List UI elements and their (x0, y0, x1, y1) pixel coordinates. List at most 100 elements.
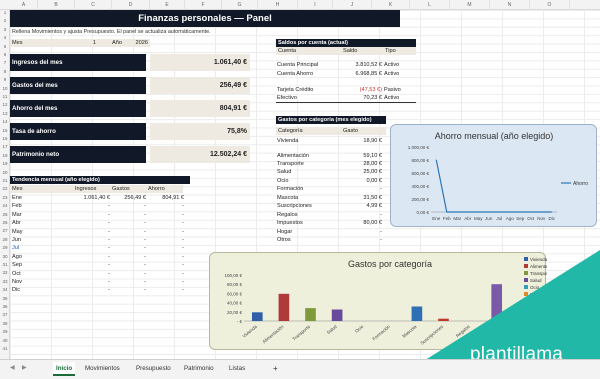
column-header[interactable]: J (333, 0, 372, 10)
row-header[interactable]: 32 (0, 270, 10, 275)
row-header[interactable]: 25 (0, 212, 10, 217)
row-header[interactable]: 10 (0, 86, 10, 91)
row-header[interactable]: 16 (0, 136, 10, 141)
kpi-label: Tasa de ahorro (10, 123, 146, 140)
saldos-header-tipo: Tipo (385, 48, 396, 54)
row-header[interactable]: 31 (0, 262, 10, 267)
row-header[interactable]: 5 (0, 44, 10, 49)
mes-value[interactable]: 1 (76, 39, 96, 47)
tendencia-ahorro: 804,91 € (162, 195, 184, 201)
legend-label: Ahorro (573, 181, 588, 187)
row-header[interactable]: 22 (0, 186, 10, 191)
row-header[interactable]: 9 (0, 77, 10, 82)
column-header[interactable]: E (150, 0, 185, 10)
ahorro-chart[interactable]: Ahorro mensual (año elegido) 1.000,00 € 80… (390, 124, 597, 227)
column-header[interactable]: L (410, 0, 450, 10)
tendencia-ahorro: - (182, 211, 184, 218)
y-tick-label: 200,00 € (411, 197, 429, 202)
tab-movimientos[interactable]: Movimientos (82, 362, 123, 376)
y-tick-label: 1.000,00 € (408, 145, 430, 150)
tendencia-gastos: - (144, 279, 146, 285)
column-header[interactable]: D (112, 0, 150, 10)
row-header[interactable]: 24 (0, 203, 10, 208)
row-header[interactable]: 11 (0, 94, 10, 99)
row-header[interactable]: 26 (0, 220, 10, 225)
tab-patrimonio[interactable]: Patrimonio (181, 362, 217, 376)
row-header[interactable]: 39 (0, 329, 10, 334)
column-header[interactable]: B (38, 0, 75, 10)
column-header[interactable]: M (450, 0, 490, 10)
tendencia-mes: Ene (12, 195, 22, 201)
row-header[interactable]: 41 (0, 346, 10, 351)
row-header[interactable]: 8 (0, 69, 10, 74)
row-header[interactable]: 2 (0, 18, 10, 23)
chart-title: Ahorro mensual (año elegido) (435, 131, 554, 141)
row-header[interactable]: 3 (0, 27, 10, 32)
row-header[interactable]: 36 (0, 304, 10, 309)
saldo-tipo: Pasivo (384, 87, 401, 93)
gasto-categoria: Alimentación (277, 153, 310, 159)
row-header[interactable]: 13 (0, 111, 10, 116)
row-header[interactable]: 27 (0, 228, 10, 233)
tendencia-ingresos: - (108, 270, 110, 277)
tendencia-ahorro: - (182, 228, 184, 235)
row-header[interactable]: 7 (0, 60, 10, 65)
ahorro-series-line (435, 159, 552, 213)
column-header[interactable]: K (372, 0, 410, 10)
anio-value[interactable]: 2026 (128, 39, 148, 47)
gasto-valor: - (380, 237, 382, 243)
row-header[interactable]: 23 (0, 195, 10, 200)
row-header[interactable]: 1 (0, 10, 10, 15)
column-header[interactable]: C (75, 0, 112, 10)
row-header[interactable]: 17 (0, 144, 10, 149)
row-header[interactable]: 19 (0, 161, 10, 166)
sheet-tab-bar: ◀ ▶ Inicio Movimientos Presupuesto Patri… (0, 359, 600, 379)
row-header[interactable]: 21 (0, 178, 10, 183)
column-header[interactable]: O (530, 0, 570, 10)
y-tick-label: 60,00 € (227, 291, 243, 296)
saldo-cuenta: Efectivo (277, 95, 297, 101)
y-tick-label: 80,00 € (227, 282, 243, 287)
row-header[interactable]: 28 (0, 237, 10, 242)
bar-salud (331, 309, 343, 321)
column-header[interactable]: H (258, 0, 298, 10)
row-header[interactable]: 18 (0, 153, 10, 158)
tendencia-ingresos: - (108, 262, 110, 269)
row-header[interactable]: 15 (0, 128, 10, 133)
row-header[interactable]: 30 (0, 254, 10, 259)
tab-listas[interactable]: Listas (226, 362, 248, 376)
row-header[interactable]: 37 (0, 312, 10, 317)
column-header[interactable]: G (222, 0, 258, 10)
row-header[interactable]: 20 (0, 170, 10, 175)
column-header[interactable]: F (185, 0, 222, 10)
prev-sheet-icon[interactable]: ◀ (10, 364, 15, 371)
tendencia-gastos: - (144, 262, 146, 269)
row-header[interactable]: 12 (0, 102, 10, 107)
row-header[interactable]: 34 (0, 287, 10, 292)
bar-vivienda (251, 312, 263, 321)
next-sheet-icon[interactable]: ▶ (22, 364, 27, 371)
tendencia-ahorro: - (182, 237, 184, 243)
column-header[interactable]: A (10, 0, 38, 10)
row-header[interactable]: 40 (0, 338, 10, 343)
column-header[interactable]: I (298, 0, 333, 10)
tab-presupuesto[interactable]: Presupuesto (133, 362, 174, 376)
tendencia-mes: Jun (12, 237, 22, 243)
tendencia-gastos: - (144, 270, 146, 277)
saldo-valor: 3.810,52 € (355, 62, 382, 68)
tab-inicio[interactable]: Inicio (53, 362, 76, 376)
add-sheet-button[interactable]: + (270, 362, 281, 376)
gasto-categoria: Otros (277, 237, 291, 243)
kpi-value: 256,49 € (150, 77, 250, 94)
x-tick-label: Nov (537, 216, 546, 221)
row-header[interactable]: 6 (0, 52, 10, 57)
row-header[interactable]: 35 (0, 296, 10, 301)
column-header[interactable]: N (490, 0, 530, 10)
tendencia-ahorro: - (182, 245, 184, 252)
row-header[interactable]: 29 (0, 245, 10, 250)
row-header[interactable]: 38 (0, 321, 10, 326)
row-header[interactable]: 4 (0, 35, 10, 40)
row-header[interactable]: 33 (0, 279, 10, 284)
row-header[interactable]: 14 (0, 119, 10, 124)
saldo-valor: 70,23 € (363, 95, 382, 101)
